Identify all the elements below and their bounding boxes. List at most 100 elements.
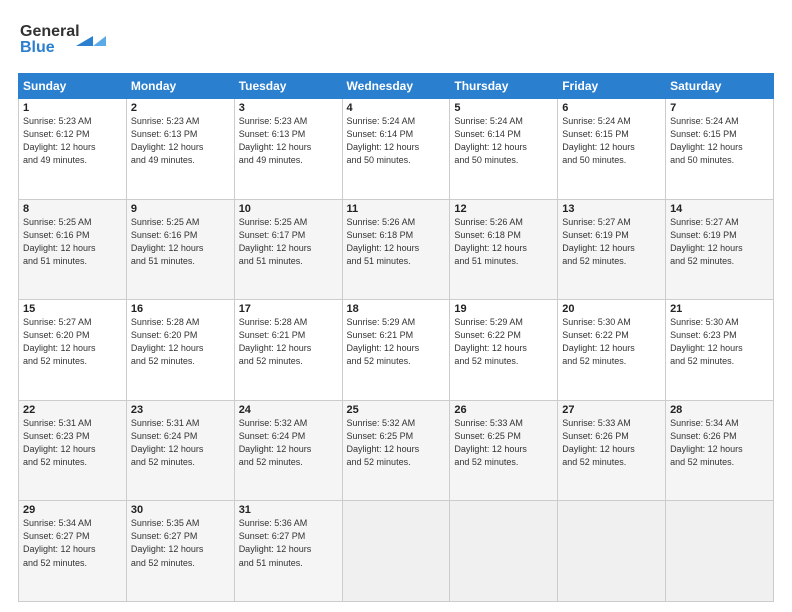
day-info: Sunrise: 5:33 AMSunset: 6:25 PMDaylight:… xyxy=(454,417,553,469)
calendar-week-row: 15Sunrise: 5:27 AMSunset: 6:20 PMDayligh… xyxy=(19,300,774,401)
calendar-week-row: 29Sunrise: 5:34 AMSunset: 6:27 PMDayligh… xyxy=(19,501,774,602)
calendar-cell: 17Sunrise: 5:28 AMSunset: 6:21 PMDayligh… xyxy=(234,300,342,401)
calendar-cell: 28Sunrise: 5:34 AMSunset: 6:26 PMDayligh… xyxy=(666,400,774,501)
day-number: 29 xyxy=(23,504,122,516)
weekday-header: Friday xyxy=(558,74,666,99)
day-info: Sunrise: 5:25 AMSunset: 6:17 PMDaylight:… xyxy=(239,216,338,268)
weekday-header: Monday xyxy=(126,74,234,99)
day-info: Sunrise: 5:30 AMSunset: 6:22 PMDaylight:… xyxy=(562,316,661,368)
calendar-cell: 10Sunrise: 5:25 AMSunset: 6:17 PMDayligh… xyxy=(234,199,342,300)
day-info: Sunrise: 5:29 AMSunset: 6:22 PMDaylight:… xyxy=(454,316,553,368)
day-info: Sunrise: 5:33 AMSunset: 6:26 PMDaylight:… xyxy=(562,417,661,469)
day-number: 19 xyxy=(454,303,553,315)
day-number: 15 xyxy=(23,303,122,315)
calendar-cell: 16Sunrise: 5:28 AMSunset: 6:20 PMDayligh… xyxy=(126,300,234,401)
weekday-header: Sunday xyxy=(19,74,127,99)
calendar-cell: 14Sunrise: 5:27 AMSunset: 6:19 PMDayligh… xyxy=(666,199,774,300)
day-number: 25 xyxy=(347,404,446,416)
calendar-cell xyxy=(450,501,558,602)
day-number: 17 xyxy=(239,303,338,315)
day-info: Sunrise: 5:27 AMSunset: 6:19 PMDaylight:… xyxy=(670,216,769,268)
day-info: Sunrise: 5:31 AMSunset: 6:24 PMDaylight:… xyxy=(131,417,230,469)
day-info: Sunrise: 5:24 AMSunset: 6:15 PMDaylight:… xyxy=(670,115,769,167)
calendar-cell: 12Sunrise: 5:26 AMSunset: 6:18 PMDayligh… xyxy=(450,199,558,300)
calendar-cell: 21Sunrise: 5:30 AMSunset: 6:23 PMDayligh… xyxy=(666,300,774,401)
day-info: Sunrise: 5:26 AMSunset: 6:18 PMDaylight:… xyxy=(454,216,553,268)
day-info: Sunrise: 5:24 AMSunset: 6:14 PMDaylight:… xyxy=(454,115,553,167)
calendar-cell: 6Sunrise: 5:24 AMSunset: 6:15 PMDaylight… xyxy=(558,99,666,200)
day-number: 24 xyxy=(239,404,338,416)
calendar-cell xyxy=(342,501,450,602)
calendar-body: 1Sunrise: 5:23 AMSunset: 6:12 PMDaylight… xyxy=(19,99,774,602)
calendar-cell: 1Sunrise: 5:23 AMSunset: 6:12 PMDaylight… xyxy=(19,99,127,200)
calendar-cell: 15Sunrise: 5:27 AMSunset: 6:20 PMDayligh… xyxy=(19,300,127,401)
day-number: 23 xyxy=(131,404,230,416)
logo: General Blue xyxy=(18,18,108,63)
day-info: Sunrise: 5:27 AMSunset: 6:19 PMDaylight:… xyxy=(562,216,661,268)
day-info: Sunrise: 5:31 AMSunset: 6:23 PMDaylight:… xyxy=(23,417,122,469)
weekday-header: Thursday xyxy=(450,74,558,99)
calendar-cell: 31Sunrise: 5:36 AMSunset: 6:27 PMDayligh… xyxy=(234,501,342,602)
day-number: 1 xyxy=(23,102,122,114)
day-info: Sunrise: 5:28 AMSunset: 6:21 PMDaylight:… xyxy=(239,316,338,368)
calendar-table: SundayMondayTuesdayWednesdayThursdayFrid… xyxy=(18,73,774,602)
day-number: 4 xyxy=(347,102,446,114)
day-info: Sunrise: 5:23 AMSunset: 6:13 PMDaylight:… xyxy=(239,115,338,167)
calendar-cell: 9Sunrise: 5:25 AMSunset: 6:16 PMDaylight… xyxy=(126,199,234,300)
header: General Blue xyxy=(18,18,774,63)
logo-svg: General Blue xyxy=(18,18,108,63)
calendar-cell: 23Sunrise: 5:31 AMSunset: 6:24 PMDayligh… xyxy=(126,400,234,501)
calendar-cell: 5Sunrise: 5:24 AMSunset: 6:14 PMDaylight… xyxy=(450,99,558,200)
calendar-week-row: 1Sunrise: 5:23 AMSunset: 6:12 PMDaylight… xyxy=(19,99,774,200)
day-number: 11 xyxy=(347,203,446,215)
day-number: 8 xyxy=(23,203,122,215)
day-number: 6 xyxy=(562,102,661,114)
day-number: 13 xyxy=(562,203,661,215)
calendar-cell: 4Sunrise: 5:24 AMSunset: 6:14 PMDaylight… xyxy=(342,99,450,200)
page: General Blue SundayMondayTuesdayWednesda… xyxy=(0,0,792,612)
day-info: Sunrise: 5:32 AMSunset: 6:25 PMDaylight:… xyxy=(347,417,446,469)
weekday-header: Saturday xyxy=(666,74,774,99)
calendar-cell: 8Sunrise: 5:25 AMSunset: 6:16 PMDaylight… xyxy=(19,199,127,300)
day-number: 26 xyxy=(454,404,553,416)
day-info: Sunrise: 5:24 AMSunset: 6:14 PMDaylight:… xyxy=(347,115,446,167)
calendar-cell: 13Sunrise: 5:27 AMSunset: 6:19 PMDayligh… xyxy=(558,199,666,300)
day-number: 31 xyxy=(239,504,338,516)
day-number: 2 xyxy=(131,102,230,114)
day-info: Sunrise: 5:26 AMSunset: 6:18 PMDaylight:… xyxy=(347,216,446,268)
day-info: Sunrise: 5:36 AMSunset: 6:27 PMDaylight:… xyxy=(239,517,338,569)
calendar-cell xyxy=(666,501,774,602)
day-number: 5 xyxy=(454,102,553,114)
calendar-cell: 2Sunrise: 5:23 AMSunset: 6:13 PMDaylight… xyxy=(126,99,234,200)
day-number: 18 xyxy=(347,303,446,315)
day-info: Sunrise: 5:30 AMSunset: 6:23 PMDaylight:… xyxy=(670,316,769,368)
calendar-cell: 24Sunrise: 5:32 AMSunset: 6:24 PMDayligh… xyxy=(234,400,342,501)
day-info: Sunrise: 5:35 AMSunset: 6:27 PMDaylight:… xyxy=(131,517,230,569)
calendar-cell: 29Sunrise: 5:34 AMSunset: 6:27 PMDayligh… xyxy=(19,501,127,602)
calendar-header-row: SundayMondayTuesdayWednesdayThursdayFrid… xyxy=(19,74,774,99)
day-number: 30 xyxy=(131,504,230,516)
day-number: 14 xyxy=(670,203,769,215)
calendar-cell: 25Sunrise: 5:32 AMSunset: 6:25 PMDayligh… xyxy=(342,400,450,501)
day-info: Sunrise: 5:34 AMSunset: 6:26 PMDaylight:… xyxy=(670,417,769,469)
calendar-cell xyxy=(558,501,666,602)
day-info: Sunrise: 5:34 AMSunset: 6:27 PMDaylight:… xyxy=(23,517,122,569)
calendar-cell: 18Sunrise: 5:29 AMSunset: 6:21 PMDayligh… xyxy=(342,300,450,401)
calendar-week-row: 22Sunrise: 5:31 AMSunset: 6:23 PMDayligh… xyxy=(19,400,774,501)
day-info: Sunrise: 5:29 AMSunset: 6:21 PMDaylight:… xyxy=(347,316,446,368)
day-number: 20 xyxy=(562,303,661,315)
calendar-cell: 11Sunrise: 5:26 AMSunset: 6:18 PMDayligh… xyxy=(342,199,450,300)
day-number: 7 xyxy=(670,102,769,114)
calendar-cell: 22Sunrise: 5:31 AMSunset: 6:23 PMDayligh… xyxy=(19,400,127,501)
day-info: Sunrise: 5:25 AMSunset: 6:16 PMDaylight:… xyxy=(131,216,230,268)
calendar-cell: 7Sunrise: 5:24 AMSunset: 6:15 PMDaylight… xyxy=(666,99,774,200)
day-info: Sunrise: 5:23 AMSunset: 6:13 PMDaylight:… xyxy=(131,115,230,167)
day-number: 22 xyxy=(23,404,122,416)
calendar-cell: 26Sunrise: 5:33 AMSunset: 6:25 PMDayligh… xyxy=(450,400,558,501)
calendar-cell: 20Sunrise: 5:30 AMSunset: 6:22 PMDayligh… xyxy=(558,300,666,401)
day-info: Sunrise: 5:32 AMSunset: 6:24 PMDaylight:… xyxy=(239,417,338,469)
calendar-cell: 27Sunrise: 5:33 AMSunset: 6:26 PMDayligh… xyxy=(558,400,666,501)
day-info: Sunrise: 5:27 AMSunset: 6:20 PMDaylight:… xyxy=(23,316,122,368)
day-number: 16 xyxy=(131,303,230,315)
calendar-cell: 19Sunrise: 5:29 AMSunset: 6:22 PMDayligh… xyxy=(450,300,558,401)
